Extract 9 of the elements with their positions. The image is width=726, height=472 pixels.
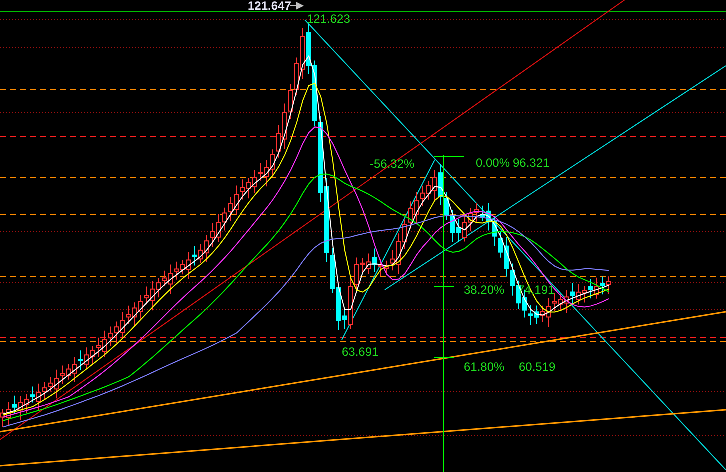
level-label: 38.20% [464, 283, 505, 297]
arrow-icon [290, 2, 304, 10]
level-label: 61.80% [464, 360, 505, 374]
level-label: 63.691 [342, 345, 379, 359]
price-label: 121.647 [248, 0, 292, 13]
level-label: 121.623 [307, 12, 350, 26]
level-label: 96.321 [513, 156, 550, 170]
level-label: 0.00% [476, 156, 510, 170]
level-label: 60.519 [519, 360, 556, 374]
